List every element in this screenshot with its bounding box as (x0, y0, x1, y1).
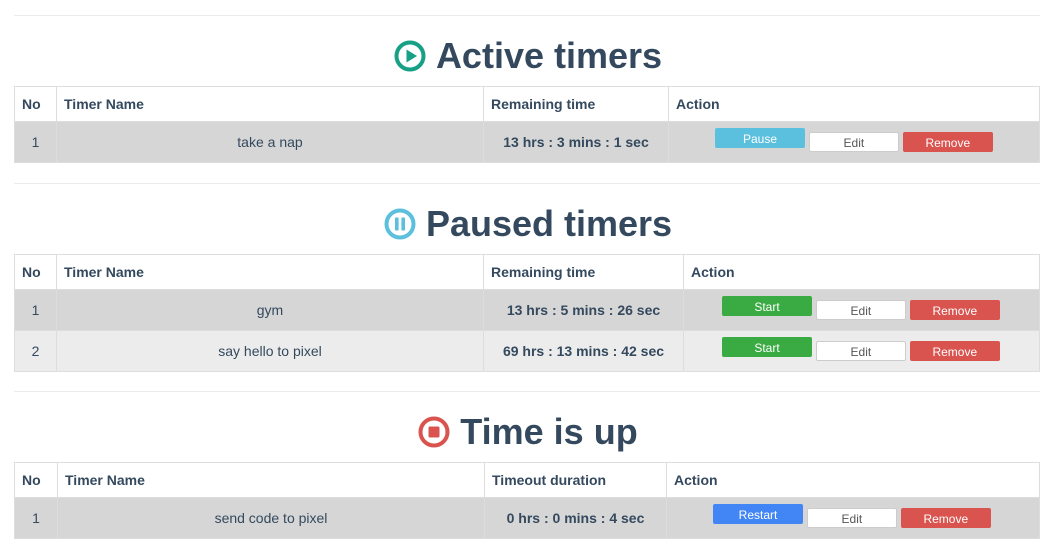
divider (14, 183, 1040, 184)
col-action-header: Action (668, 86, 1040, 122)
col-time-header: Timeout duration (484, 462, 667, 498)
table-row: 1 take a nap 13 hrs : 3 mins : 1 sec Pau… (14, 121, 1040, 163)
divider (14, 15, 1040, 16)
divider (14, 391, 1040, 392)
active-timers-table: No Timer Name Remaining time Action 1 ta… (14, 86, 1040, 163)
row-number: 1 (14, 121, 57, 163)
col-time-header: Remaining time (483, 254, 684, 290)
play-circle-icon (394, 40, 426, 72)
col-name-header: Timer Name (56, 86, 484, 122)
start-button[interactable]: Start (722, 296, 812, 316)
row-number: 1 (14, 289, 57, 331)
timer-name: gym (56, 289, 484, 331)
active-timers-title: Active timers (435, 35, 663, 76)
stop-circle-icon (418, 416, 450, 448)
timer-name: send code to pixel (57, 497, 485, 539)
table-header-row: No Timer Name Timeout duration Action (14, 462, 1040, 498)
row-number: 1 (14, 497, 58, 539)
table-row: 2 say hello to pixel 69 hrs : 13 mins : … (14, 330, 1040, 372)
col-name-header: Timer Name (56, 254, 484, 290)
time-is-up-table: No Timer Name Timeout duration Action 1 … (14, 462, 1040, 539)
timer-name: take a nap (56, 121, 484, 163)
row-actions: Restart Edit Remove (666, 497, 1040, 539)
table-header-row: No Timer Name Remaining time Action (14, 86, 1040, 122)
edit-button[interactable]: Edit (808, 132, 899, 152)
remove-button[interactable]: Remove (909, 300, 1000, 320)
remove-button[interactable]: Remove (900, 508, 991, 528)
col-no-header: No (14, 86, 57, 122)
paused-timers-title: Paused timers (425, 203, 673, 244)
col-no-header: No (14, 462, 58, 498)
pause-button[interactable]: Pause (715, 128, 805, 148)
edit-button[interactable]: Edit (815, 341, 906, 361)
row-actions: Pause Edit Remove (668, 121, 1040, 163)
remove-button[interactable]: Remove (909, 341, 1000, 361)
row-actions: Start Edit Remove (683, 289, 1040, 331)
time-is-up-title: Time is up (460, 411, 638, 452)
pause-circle-icon (384, 208, 416, 240)
col-action-header: Action (666, 462, 1040, 498)
row-actions: Start Edit Remove (683, 330, 1040, 372)
restart-button[interactable]: Restart (713, 504, 803, 524)
active-timers-heading: Active timers (0, 34, 1056, 78)
remaining-time: 13 hrs : 5 mins : 26 sec (483, 289, 684, 331)
row-number: 2 (14, 330, 57, 372)
edit-button[interactable]: Edit (815, 300, 906, 320)
timer-name: say hello to pixel (56, 330, 484, 372)
col-no-header: No (14, 254, 57, 290)
paused-timers-table: No Timer Name Remaining time Action 1 gy… (14, 254, 1040, 372)
edit-button[interactable]: Edit (806, 508, 897, 528)
start-button[interactable]: Start (722, 337, 812, 357)
table-row: 1 send code to pixel 0 hrs : 0 mins : 4 … (14, 497, 1040, 539)
col-name-header: Timer Name (57, 462, 485, 498)
remaining-time: 13 hrs : 3 mins : 1 sec (483, 121, 669, 163)
time-is-up-heading: Time is up (0, 410, 1056, 454)
col-time-header: Remaining time (483, 86, 669, 122)
table-header-row: No Timer Name Remaining time Action (14, 254, 1040, 290)
remaining-time: 69 hrs : 13 mins : 42 sec (483, 330, 684, 372)
col-action-header: Action (683, 254, 1040, 290)
table-row: 1 gym 13 hrs : 5 mins : 26 sec Start Edi… (14, 289, 1040, 331)
paused-timers-heading: Paused timers (0, 202, 1056, 246)
remove-button[interactable]: Remove (902, 132, 993, 152)
timeout-duration: 0 hrs : 0 mins : 4 sec (484, 497, 667, 539)
